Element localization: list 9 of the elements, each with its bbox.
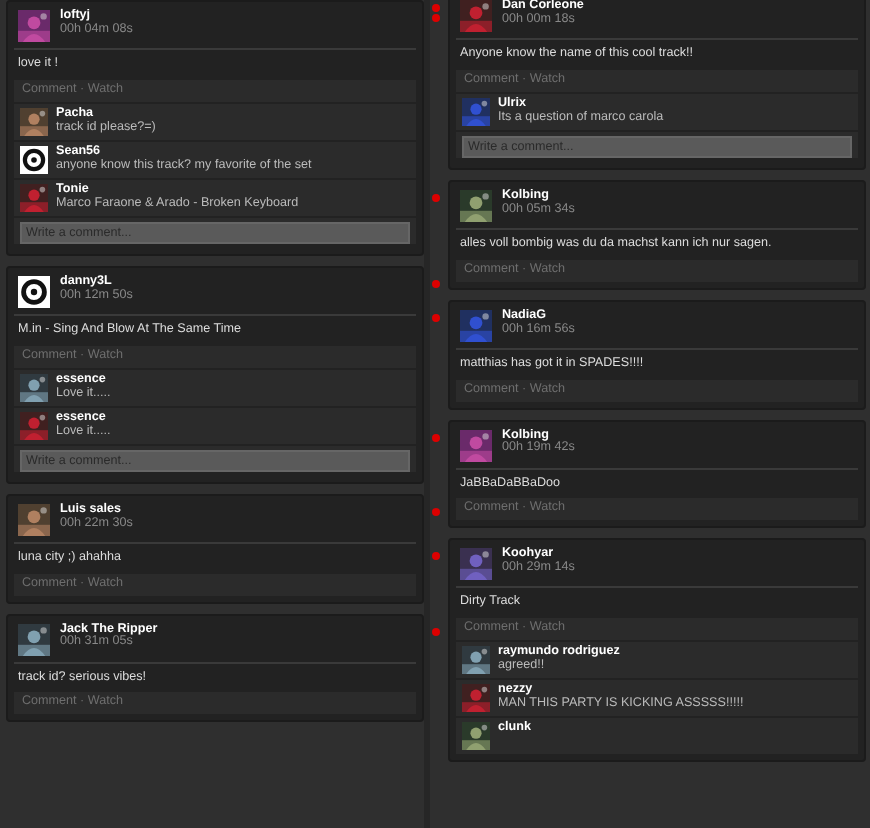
ring-logo-icon [20,145,48,174]
timeline-dot [432,507,440,516]
timeline-dot [432,433,440,442]
timeline-dot [432,193,440,202]
timeline-dot [432,279,440,288]
timeline-dot [432,552,440,561]
ring-logo-icon [18,275,50,308]
timeline-dot [432,313,440,322]
timeline-dot [432,627,440,636]
